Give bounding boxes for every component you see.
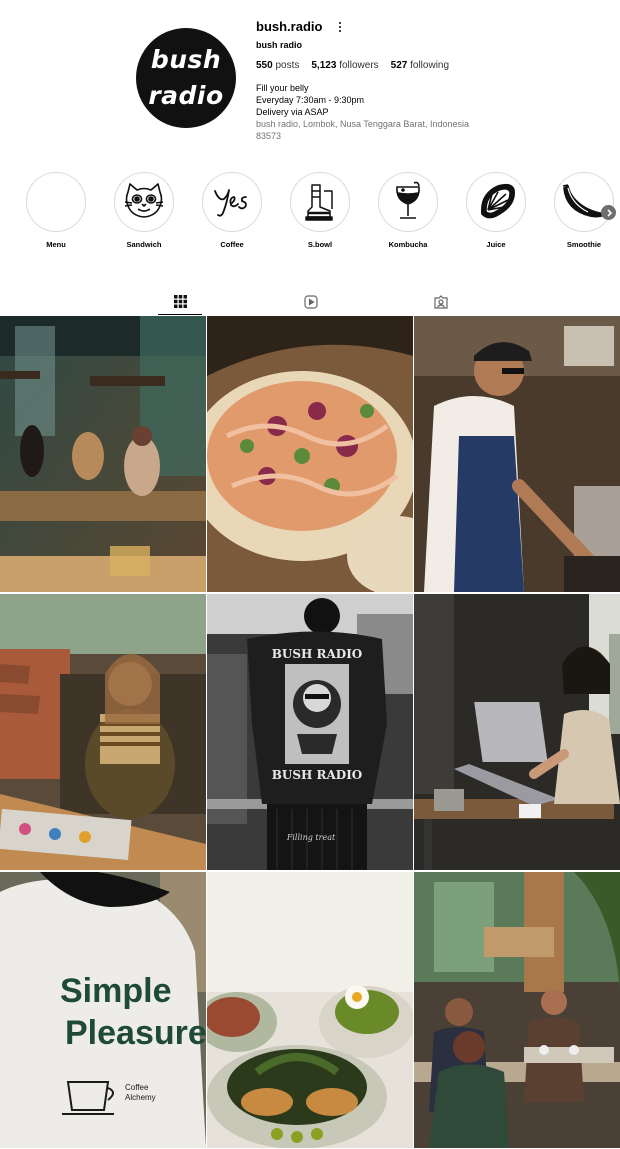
bio: Fill your belly Everyday 7:30am - 9:30pm… [256, 82, 596, 118]
highlight-cover [114, 172, 174, 232]
highlight-label: Coffee [220, 240, 244, 249]
posts-label: posts [275, 60, 300, 71]
grid-icon [173, 294, 187, 308]
profile-tabs [0, 288, 620, 315]
highlights-next-button[interactable] [601, 205, 616, 220]
followers-stat[interactable]: 5,123 followers [311, 60, 378, 71]
username: bush.radio [256, 19, 323, 34]
followers-count: 5,123 [311, 60, 337, 71]
following-count: 527 [390, 60, 408, 71]
tab-reels[interactable] [289, 288, 333, 315]
address-line: 83573 [256, 131, 282, 141]
reels-icon [304, 294, 318, 309]
tshirt-text-alchemy: Alchemy [125, 1093, 156, 1102]
story-highlights: Menu Sandwich Coffee S.bowl Kombucha Jui… [0, 172, 620, 252]
banana-icon [562, 184, 607, 218]
post-thumbnail[interactable] [0, 594, 206, 870]
more-options-icon[interactable] [334, 20, 346, 34]
tshirt-text-simple: Simple [60, 972, 171, 1010]
tab-tagged[interactable] [419, 288, 463, 315]
post-thumbnail[interactable] [414, 872, 620, 1148]
highlight-cover [290, 172, 350, 232]
cat-face-icon [124, 183, 164, 218]
highlight-sbowl[interactable]: S.bowl [280, 172, 360, 249]
posts-stat: 550 posts [256, 60, 299, 71]
tab-posts[interactable] [158, 288, 202, 315]
post-image: Simple Pleasure Coffee Alchemy [0, 872, 206, 1148]
highlight-label: Sandwich [126, 240, 162, 249]
highlight-cover [466, 172, 526, 232]
post-image [414, 872, 620, 1148]
posts-count: 550 [256, 60, 273, 71]
post-thumbnail[interactable] [0, 316, 206, 592]
highlight-sandwich[interactable]: Sandwich [104, 172, 184, 249]
following-label: following [410, 60, 450, 71]
bio-line: Delivery via ASAP [256, 107, 329, 117]
post-thumbnail[interactable] [207, 872, 413, 1148]
bio-line: Fill your belly [256, 83, 309, 93]
post-image: BUSH RADIO BUSH RADIO Filling treat [207, 594, 413, 870]
post-image [207, 872, 413, 1148]
highlight-cover [202, 172, 262, 232]
highlight-kombucha[interactable]: Kombucha [368, 172, 448, 249]
profile-info: bush.radio bush radio 550 posts 5,123 fo… [256, 18, 596, 142]
post-thumbnail[interactable] [414, 316, 620, 592]
address[interactable]: bush radio, Lombok, Nusa Tenggara Barat,… [256, 118, 596, 142]
avatar-text-line2: radio [148, 81, 224, 110]
highlight-menu[interactable]: Menu [16, 172, 96, 249]
highlight-juice[interactable]: Juice [456, 172, 536, 249]
avatar-text-line1: bush [150, 45, 222, 74]
profile-stats: 550 posts 5,123 followers 527 following [256, 60, 596, 71]
boots-icon [305, 184, 333, 221]
post-thumbnail[interactable]: Simple Pleasure Coffee Alchemy [0, 872, 206, 1148]
post-thumbnail[interactable] [414, 594, 620, 870]
highlight-cover [26, 172, 86, 232]
chevron-right-icon [606, 208, 612, 217]
post-image [414, 594, 620, 870]
address-line: bush radio, Lombok, Nusa Tenggara Barat,… [256, 119, 469, 129]
tshirt-text-coffee: Coffee [125, 1083, 149, 1092]
post-image [0, 594, 206, 870]
citrus-slice-icon [481, 183, 515, 219]
highlight-label: Smoothie [566, 240, 602, 249]
tshirt-text-top: BUSH RADIO [272, 647, 363, 661]
highlight-cover [554, 172, 614, 232]
post-image [0, 316, 206, 592]
tshirt-text-script: Filling treat [286, 833, 336, 842]
tagged-icon [434, 294, 448, 309]
highlight-label: Menu [46, 240, 66, 249]
post-thumbnail[interactable] [207, 316, 413, 592]
tshirt-text-bottom: BUSH RADIO [272, 768, 363, 782]
wine-glass-icon [396, 181, 420, 219]
highlight-label: S.bowl [307, 240, 333, 249]
post-thumbnail[interactable]: BUSH RADIO BUSH RADIO Filling treat [207, 594, 413, 870]
posts-grid: BUSH RADIO BUSH RADIO Filling treat Simp… [0, 316, 620, 1149]
post-image [414, 316, 620, 592]
highlight-coffee[interactable]: Coffee [192, 172, 272, 249]
yes-script-icon [214, 189, 247, 217]
tshirt-text-pleasure: Pleasure [65, 1014, 206, 1052]
followers-label: followers [339, 60, 379, 71]
profile-header: bush radio bush.radio bush radio 550 pos… [0, 0, 620, 160]
highlight-cover [378, 172, 438, 232]
following-stat[interactable]: 527 following [391, 60, 449, 71]
highlight-label: Kombucha [388, 240, 428, 249]
profile-avatar[interactable]: bush radio [136, 28, 236, 128]
post-image [207, 316, 413, 592]
full-name: bush radio [256, 40, 303, 50]
bio-line: Everyday 7:30am - 9:30pm [256, 95, 365, 105]
highlight-label: Juice [486, 240, 506, 249]
